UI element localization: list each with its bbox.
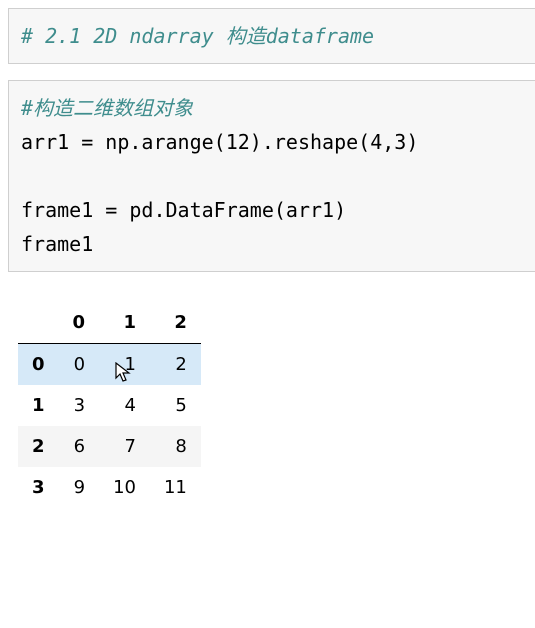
dataframe-cell: 4 bbox=[99, 385, 150, 426]
dataframe-row: 3 9 10 11 bbox=[18, 467, 201, 508]
dataframe-row: 1 3 4 5 bbox=[18, 385, 201, 426]
code-cell-1[interactable]: # 2.1 2D ndarray 构造dataframe bbox=[8, 8, 535, 64]
dataframe-cell: 10 bbox=[99, 467, 150, 508]
code-cell-2[interactable]: #构造二维数组对象 arr1 = np.arange(12).reshape(4… bbox=[8, 80, 535, 272]
dataframe-cell: 5 bbox=[150, 385, 201, 426]
dataframe-cell: 7 bbox=[99, 426, 150, 467]
dataframe-index: 3 bbox=[18, 467, 59, 508]
output-area: 0 1 2 0 0 1 2 1 bbox=[18, 302, 535, 508]
dataframe-corner bbox=[18, 302, 59, 344]
dataframe-cell: 9 bbox=[59, 467, 100, 508]
dataframe-table: 0 1 2 0 0 1 2 1 bbox=[18, 302, 201, 508]
dataframe-cell: 3 bbox=[59, 385, 100, 426]
dataframe-index: 1 bbox=[18, 385, 59, 426]
dataframe-col-header: 1 bbox=[99, 302, 150, 344]
dataframe-header-row: 0 1 2 bbox=[18, 302, 201, 344]
dataframe-cell: 1 bbox=[99, 344, 150, 386]
code-cell-2-content: #构造二维数组对象 arr1 = np.arange(12).reshape(4… bbox=[21, 91, 530, 261]
dataframe-cell: 0 bbox=[59, 344, 100, 386]
dataframe-row: 0 0 1 2 bbox=[18, 344, 201, 386]
dataframe-index: 0 bbox=[18, 344, 59, 386]
code-line: arr1 = np.arange(12).reshape(4,3) bbox=[21, 130, 418, 154]
dataframe-cell-value: 1 bbox=[125, 354, 136, 375]
dataframe-col-header: 0 bbox=[59, 302, 100, 344]
dataframe-col-header: 2 bbox=[150, 302, 201, 344]
code-line: frame1 bbox=[21, 232, 93, 256]
dataframe-row: 2 6 7 8 bbox=[18, 426, 201, 467]
dataframe-index: 2 bbox=[18, 426, 59, 467]
code-line: frame1 = pd.DataFrame(arr1) bbox=[21, 198, 346, 222]
code-comment: #构造二维数组对象 bbox=[21, 96, 193, 120]
dataframe-cell: 8 bbox=[150, 426, 201, 467]
dataframe-cell: 11 bbox=[150, 467, 201, 508]
dataframe-cell: 2 bbox=[150, 344, 201, 386]
code-comment: # 2.1 2D ndarray 构造dataframe bbox=[21, 24, 374, 48]
code-cell-1-content: # 2.1 2D ndarray 构造dataframe bbox=[21, 19, 530, 53]
dataframe-cell: 6 bbox=[59, 426, 100, 467]
